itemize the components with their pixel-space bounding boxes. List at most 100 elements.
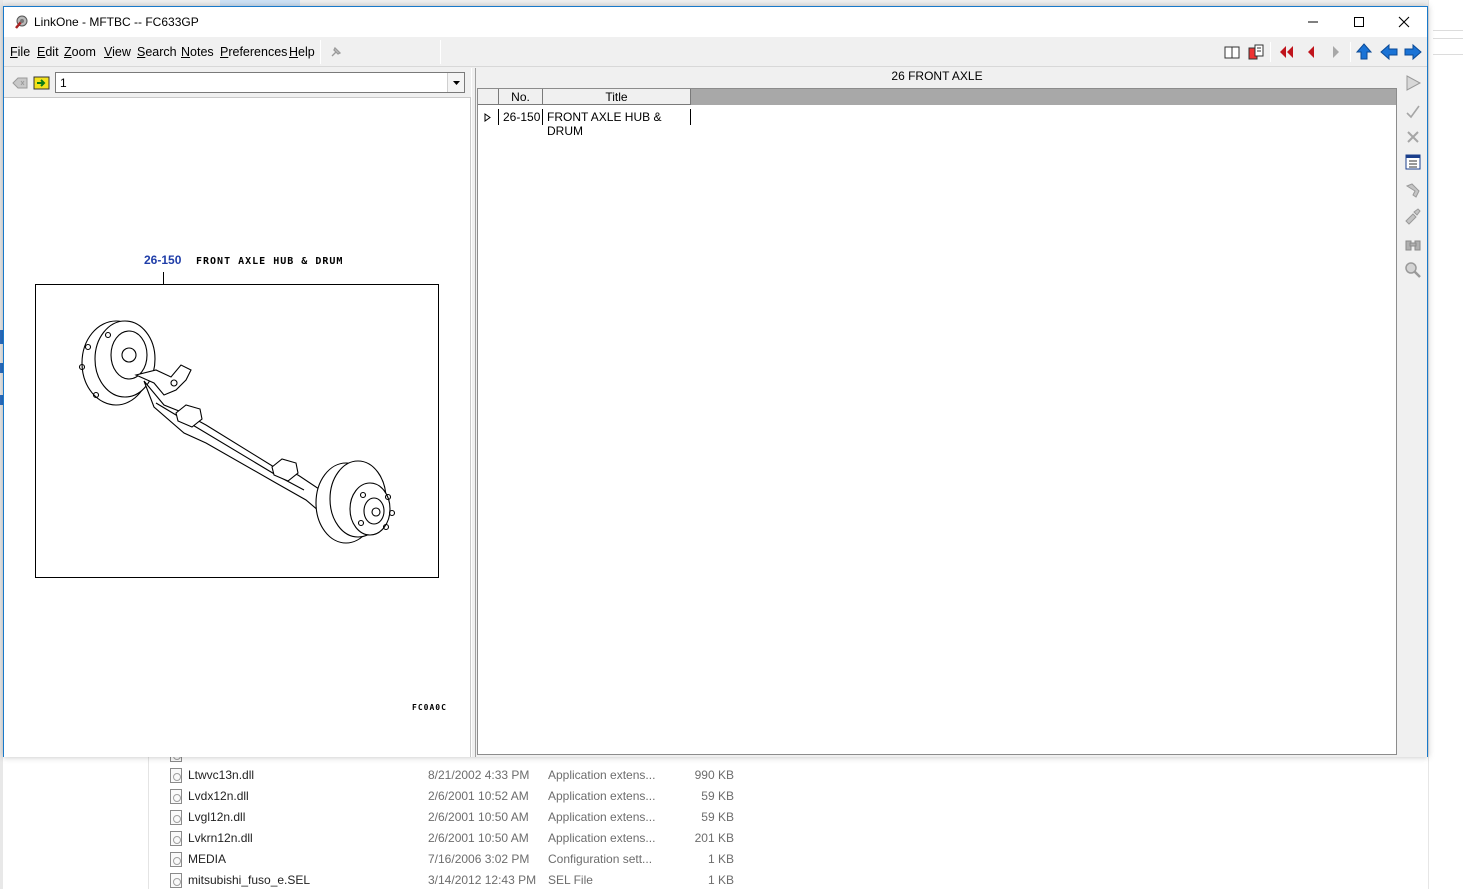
file-size: 59 KB — [701, 789, 734, 803]
linkone-window: LinkOne - MFTBC -- FC633GP File Edit Zoo… — [3, 6, 1428, 757]
file-date: 2/6/2001 10:50 AM — [428, 831, 529, 845]
book-icon[interactable] — [1222, 42, 1242, 62]
title-bar[interactable]: LinkOne - MFTBC -- FC633GP — [4, 7, 1427, 37]
delete-icon[interactable] — [1403, 127, 1423, 147]
file-type: Application extens... — [548, 789, 656, 803]
file-size: 990 KB — [694, 768, 734, 782]
file-row[interactable]: Lvdx12n.dll 2/6/2001 10:52 AM Applicatio… — [148, 786, 788, 807]
menu-edit[interactable]: Edit — [37, 45, 59, 59]
next-icon[interactable] — [1326, 42, 1346, 62]
menu-separator — [440, 40, 441, 64]
file-type: Application extens... — [548, 810, 656, 824]
pin-icon[interactable] — [326, 42, 346, 62]
magnifier-icon[interactable] — [1403, 260, 1423, 280]
explorer-right-pane — [1428, 0, 1463, 889]
dll-file-icon — [170, 789, 182, 804]
menu-separator — [320, 40, 321, 64]
menu-notes[interactable]: Notes — [181, 45, 214, 59]
file-type: SEL File — [548, 873, 593, 887]
menu-view[interactable]: View — [104, 45, 131, 59]
back-page-icon[interactable] — [10, 73, 30, 93]
books-icon[interactable] — [1246, 42, 1266, 62]
tool-icon[interactable] — [1403, 181, 1423, 201]
go-icon[interactable] — [1403, 73, 1423, 93]
file-name: Lvdx12n.dll — [188, 789, 249, 803]
illustration-code: FC0A0C — [412, 703, 447, 712]
grid-header-no[interactable]: No. — [499, 89, 543, 105]
list-icon[interactable] — [1403, 152, 1423, 172]
linkone-app-icon[interactable] — [13, 14, 29, 30]
window-title: LinkOne - MFTBC -- FC633GP — [34, 15, 199, 29]
previous-icon[interactable] — [1301, 42, 1321, 62]
menu-zoom[interactable]: Zoom — [64, 45, 96, 59]
callout-number[interactable]: 26-150 — [144, 253, 181, 267]
file-row[interactable]: Lvgl12n.dll 2/6/2001 10:50 AM Applicatio… — [148, 807, 788, 828]
file-size: 59 KB — [701, 810, 734, 824]
illustration-toolbar: 1 — [4, 68, 471, 98]
row-number: 26-150 — [499, 109, 543, 125]
toolbar-separator — [1350, 42, 1351, 62]
file-row[interactable]: Ltwvc13n.dll 8/21/2002 4:33 PM Applicati… — [148, 765, 788, 786]
dll-file-icon — [170, 810, 182, 825]
parts-list-pane: 26 FRONT AXLE No. Title 26-150 FRONT AXL… — [476, 68, 1398, 757]
binoculars-icon[interactable] — [1403, 235, 1423, 255]
file-size: 1 KB — [707, 873, 734, 887]
page-selector-value: 1 — [60, 76, 67, 90]
file-date: 2/6/2001 10:52 AM — [428, 789, 529, 803]
minimize-button[interactable] — [1290, 7, 1336, 37]
generic-file-icon — [170, 873, 182, 888]
minimize-icon — [1308, 21, 1318, 23]
row-expander[interactable] — [478, 109, 499, 125]
grid-header-blank — [478, 89, 499, 105]
front-axle-drawing-frame[interactable] — [35, 284, 439, 578]
menu-preferences[interactable]: Preferences — [220, 45, 287, 59]
file-date: 8/21/2002 4:33 PM — [428, 768, 530, 782]
dll-file-icon — [170, 768, 182, 783]
file-name: Ltwvc13n.dll — [188, 768, 255, 782]
front-axle-drawing — [78, 320, 396, 544]
file-size: 201 KB — [694, 831, 734, 845]
illustration-pane: 1 26-150 FRONT AXLE HUB & DRUM FC0A0C — [4, 68, 471, 757]
menu-help[interactable]: Help — [289, 45, 315, 59]
forward-page-icon[interactable] — [32, 73, 52, 93]
edit-tool-icon[interactable] — [1403, 206, 1423, 226]
play-arrow-icon — [484, 113, 491, 122]
menu-file[interactable]: File — [10, 45, 30, 59]
grid-header-title[interactable]: Title — [543, 89, 691, 105]
maximize-button[interactable] — [1336, 7, 1382, 37]
menu-bar: File Edit Zoom View Search Notes Prefere… — [4, 37, 1427, 67]
grid-header-filler — [691, 89, 1396, 105]
file-type: Application extens... — [548, 831, 656, 845]
section-header: 26 FRONT AXLE — [891, 69, 983, 83]
forward-icon[interactable] — [1403, 42, 1423, 62]
back-icon[interactable] — [1379, 42, 1399, 62]
up-icon[interactable] — [1354, 42, 1374, 62]
file-name: Lvgl12n.dll — [188, 810, 246, 824]
check-icon[interactable] — [1403, 102, 1423, 122]
menu-search[interactable]: Search — [137, 45, 177, 59]
file-date: 7/16/2006 3:02 PM — [428, 852, 530, 866]
file-row[interactable]: MEDIA 7/16/2006 3:02 PM Configuration se… — [148, 849, 788, 870]
config-file-icon — [170, 852, 182, 867]
parts-grid[interactable]: No. Title 26-150 FRONT AXLE HUB & DRUM — [477, 88, 1397, 755]
file-size: 1 KB — [707, 852, 734, 866]
illustration-canvas[interactable]: 26-150 FRONT AXLE HUB & DRUM FC0A0C — [4, 99, 470, 756]
file-type: Configuration sett... — [548, 852, 653, 866]
close-button[interactable] — [1381, 7, 1427, 37]
toolbar-separator — [1270, 42, 1271, 62]
page-selector-combo[interactable]: 1 — [55, 72, 465, 93]
callout-title: FRONT AXLE HUB & DRUM — [196, 256, 344, 267]
file-name: mitsubishi_fuso_e.SEL — [188, 873, 311, 887]
dll-file-icon — [170, 831, 182, 846]
file-row[interactable]: Lvkrn12n.dll 2/6/2001 10:50 AM Applicati… — [148, 828, 788, 849]
row-title: FRONT AXLE HUB & DRUM — [543, 109, 691, 138]
file-date: 3/14/2012 12:43 PM — [428, 873, 537, 887]
chevron-down-icon[interactable] — [447, 73, 464, 92]
right-toolbar — [1398, 68, 1427, 757]
table-row[interactable]: 26-150 FRONT AXLE HUB & DRUM — [478, 109, 1398, 138]
file-name: Lvkrn12n.dll — [188, 831, 253, 845]
file-row[interactable]: mitsubishi_fuso_e.SEL 3/14/2012 12:43 PM… — [148, 870, 788, 891]
file-name: MEDIA — [188, 852, 227, 866]
first-page-icon[interactable] — [1277, 42, 1297, 62]
file-date: 2/6/2001 10:50 AM — [428, 810, 529, 824]
